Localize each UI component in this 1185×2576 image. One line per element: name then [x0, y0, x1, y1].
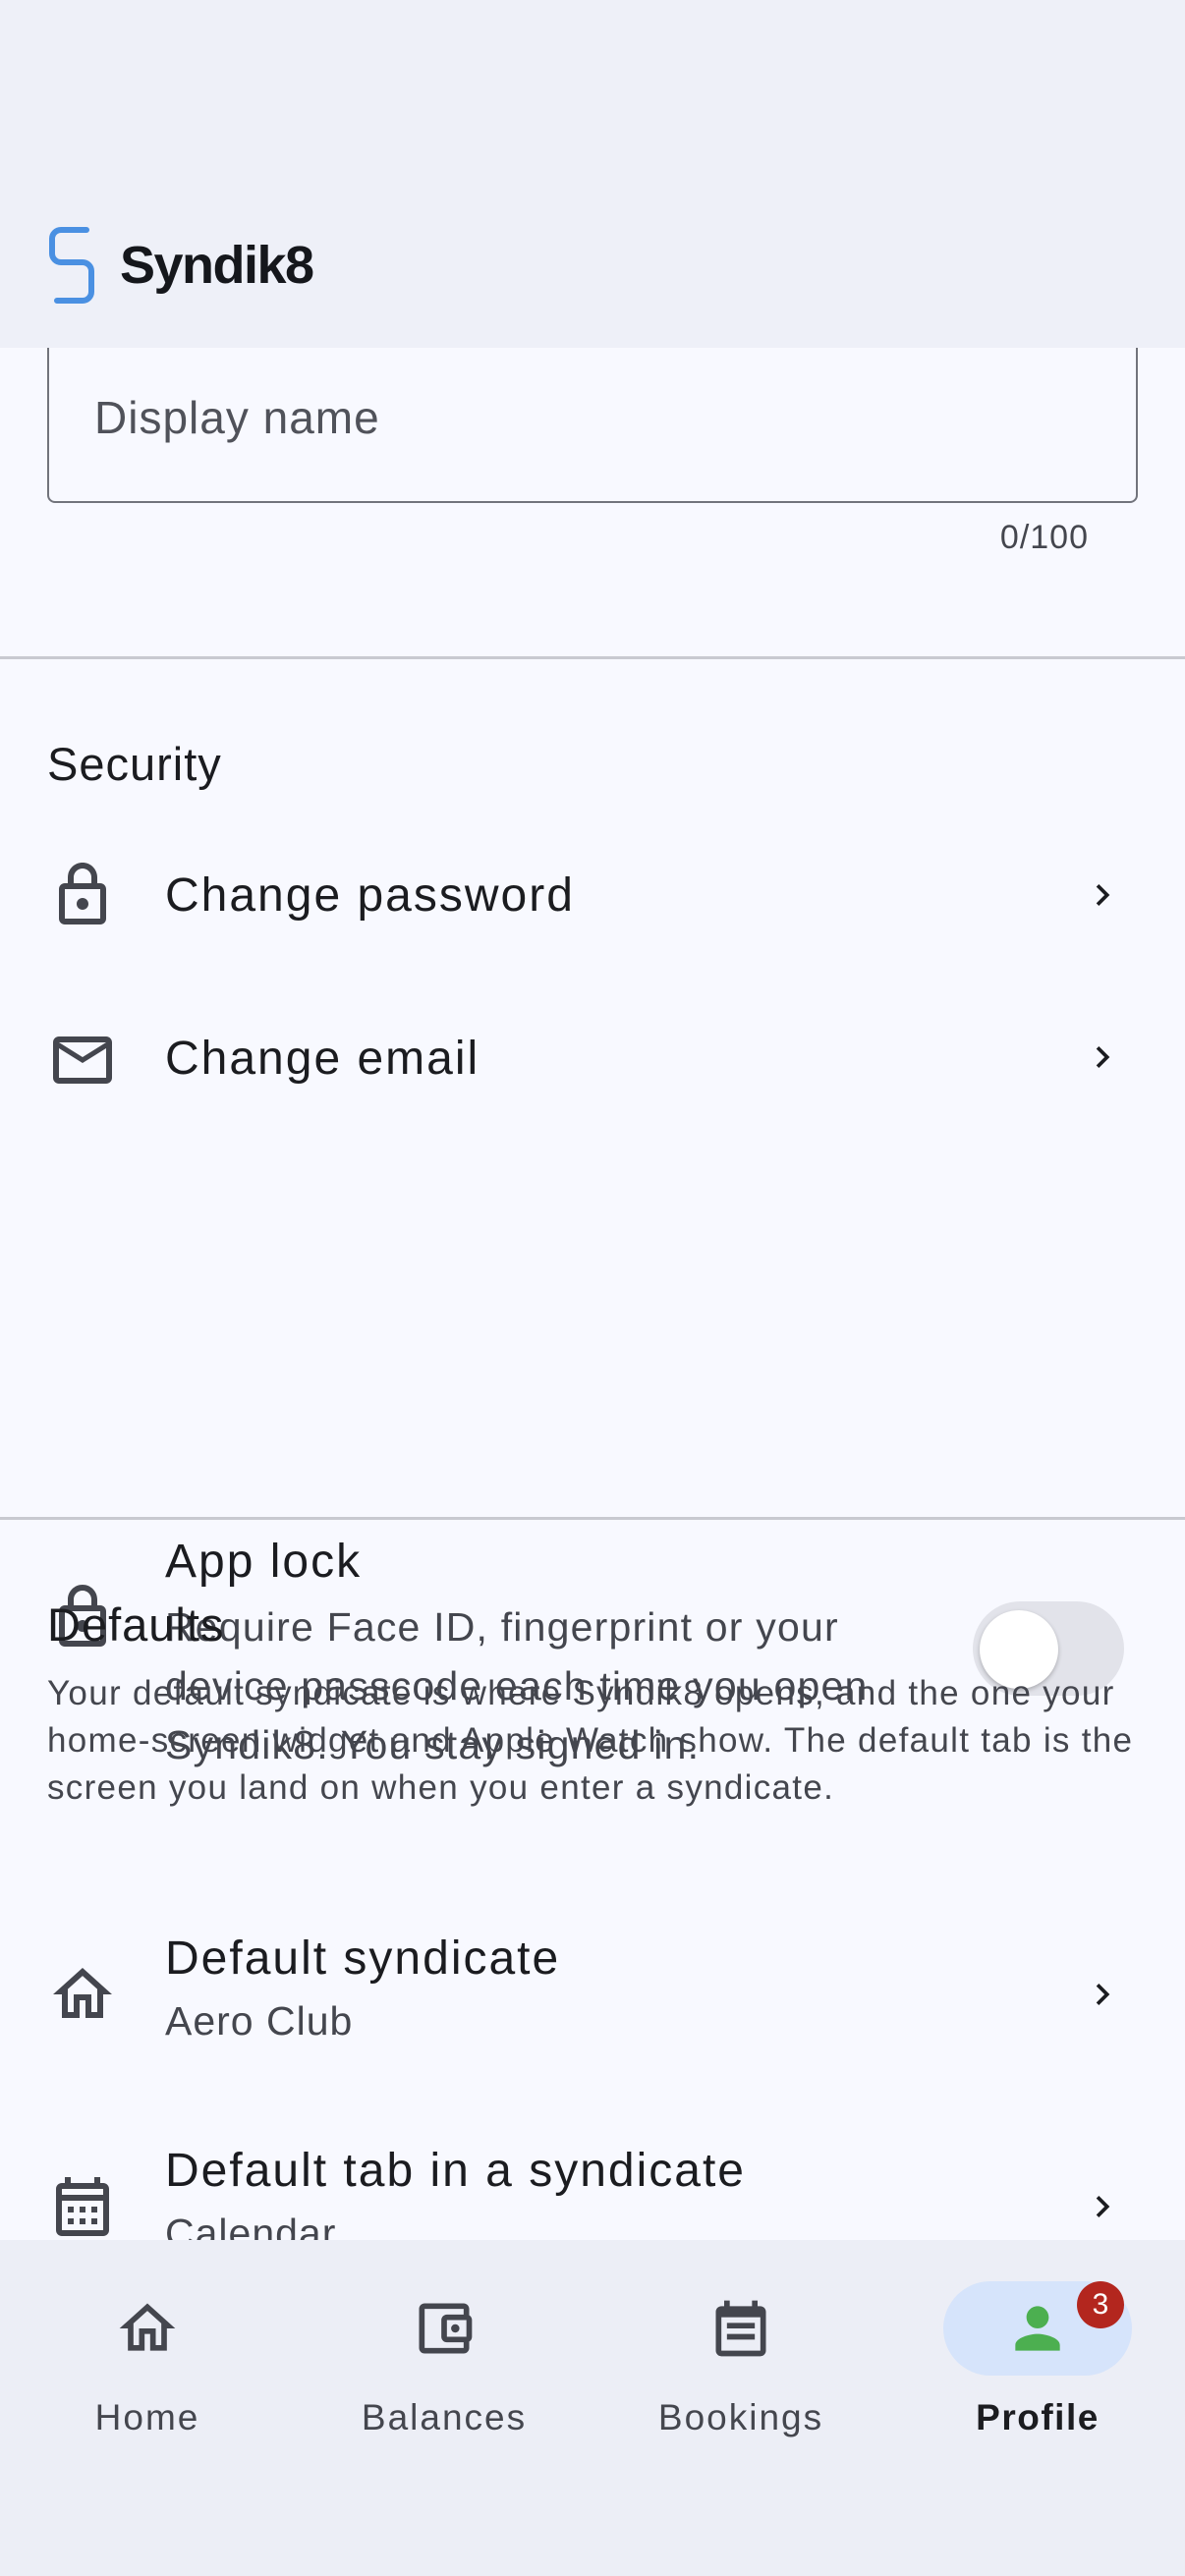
chevron-right-icon — [1081, 873, 1124, 917]
app-name: Syndik8 — [120, 236, 314, 295]
default-syndicate-label: Default syndicate — [165, 1932, 561, 1985]
app-lock-toggle[interactable] — [973, 1601, 1124, 1696]
mail-icon — [47, 1025, 118, 1095]
change-password-label: Change password — [165, 869, 575, 922]
nav-bookings-label: Bookings — [657, 2397, 824, 2437]
home-icon — [114, 2295, 181, 2362]
toggle-thumb — [980, 1610, 1058, 1689]
character-counter: 0/100 — [999, 519, 1089, 556]
default-tab-value: Calendar — [165, 2211, 337, 2240]
bookings-icon — [707, 2295, 774, 2362]
display-name-input[interactable] — [94, 383, 1077, 452]
default-tab-label: Default tab in a syndicate — [165, 2145, 746, 2197]
lock-icon — [47, 1582, 118, 1652]
chevron-right-icon — [1081, 1973, 1124, 2016]
chevron-right-icon — [1081, 2185, 1124, 2228]
security-section-title: Security — [47, 738, 222, 790]
calendar-icon — [47, 2171, 118, 2240]
brand: Syndik8 — [47, 224, 314, 307]
app-lock-description: Require Face ID, fingerprint or your dev… — [165, 1604, 869, 1767]
divider — [0, 656, 1185, 659]
home-icon — [47, 1959, 118, 2030]
nav-profile-label: Profile — [976, 2397, 1100, 2437]
nav-home-label: Home — [94, 2397, 200, 2437]
default-syndicate-value: Aero Club — [165, 1998, 354, 2044]
lock-icon — [47, 860, 118, 930]
app-lock-label: App lock — [165, 1536, 363, 1588]
nav-bookings[interactable]: Bookings — [593, 2281, 888, 2438]
bottom-navigation: Home Balances Bookings 3 Profile — [0, 2240, 1185, 2576]
notification-badge: 3 — [1077, 2281, 1124, 2328]
app-bar: Syndik8 — [0, 0, 1185, 348]
nav-balances[interactable]: Balances — [297, 2281, 592, 2438]
person-icon — [1004, 2295, 1071, 2362]
app-lock-row[interactable]: App lock Require Face ID, fingerprint or… — [0, 1175, 1185, 1804]
chevron-right-icon — [1081, 1036, 1124, 1079]
nav-profile[interactable]: 3 Profile — [890, 2281, 1185, 2438]
change-email-row[interactable]: Change email — [0, 969, 1185, 1116]
display-name-field[interactable] — [47, 348, 1138, 503]
default-tab-row[interactable]: Default tab in a syndicate Calendar — [0, 2108, 1185, 2240]
nav-home[interactable]: Home — [0, 2281, 295, 2438]
change-password-row[interactable]: Change password — [0, 821, 1185, 969]
wallet-icon — [411, 2295, 478, 2362]
default-syndicate-row[interactable]: Default syndicate Aero Club — [0, 1896, 1185, 2093]
syndik8-logo-icon — [49, 227, 94, 304]
nav-balances-label: Balances — [361, 2397, 528, 2437]
change-email-label: Change email — [165, 1033, 480, 1085]
